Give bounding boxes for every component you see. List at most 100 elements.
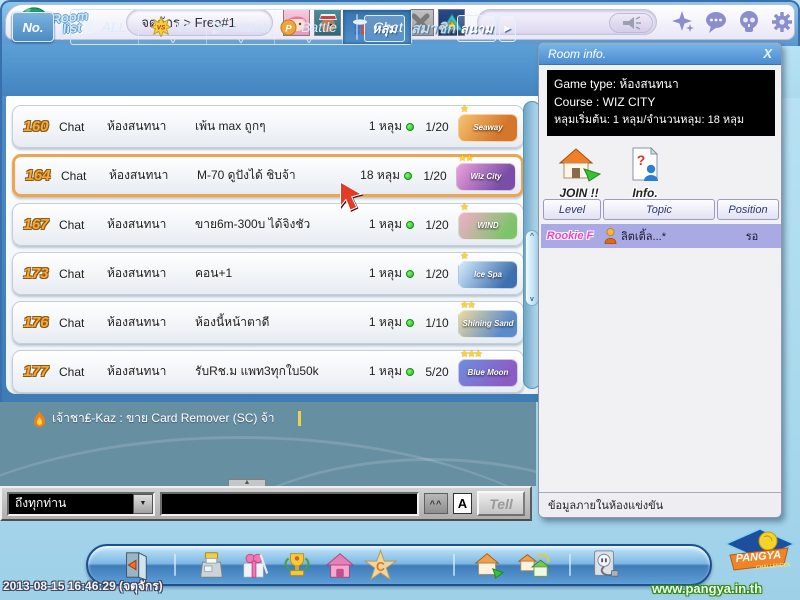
course-badge: ★ WIND — [457, 201, 519, 245]
room-list-panel: 160 Chat ห้องสนทนา เพ้น max ถูกๆ 1 หลุม … — [6, 96, 546, 394]
skull-icon[interactable] — [737, 10, 761, 34]
room-number: 173 — [23, 265, 49, 282]
course-badge: ★★★ Blue Moon — [457, 348, 519, 392]
close-button[interactable]: X — [763, 46, 772, 61]
game-type-line: Game type: ห้องสนทนา — [554, 77, 679, 91]
join-button[interactable]: JOIN !! — [555, 147, 603, 200]
course-badge-label: Wiz City — [456, 162, 516, 191]
status-dot-icon — [402, 269, 417, 278]
course-stars: ★ — [460, 103, 469, 115]
room-info-title: Room info. — [548, 46, 607, 61]
megaphone-icon[interactable] — [609, 13, 653, 33]
toolbar-divider — [453, 554, 455, 576]
course-badge-label: Blue Moon — [458, 358, 518, 387]
join-house-icon — [558, 148, 602, 182]
filter-all-button[interactable]: ALL — [71, 10, 139, 44]
column-holes-button[interactable]: หลุม — [364, 15, 405, 42]
room-number: 167 — [23, 216, 49, 233]
filter-match-button[interactable]: Match v — [207, 10, 275, 45]
chat-target-dropdown[interactable]: ถึงทุกท่าน ▼ — [7, 491, 155, 516]
status-dot-icon — [402, 122, 417, 131]
info-button[interactable]: ? Info. — [625, 146, 665, 200]
scratch-card-button[interactable]: C — [363, 548, 397, 582]
divider — [356, 14, 358, 40]
room-mode: Chat — [59, 217, 85, 232]
join-room-button[interactable] — [471, 548, 505, 582]
column-more-button[interactable]: ▶ — [499, 15, 516, 42]
member-row[interactable]: Rookie F ลิตเติ้ล...* รอ — [541, 224, 781, 248]
status-dot-icon — [402, 318, 417, 327]
svg-text:P: P — [285, 23, 292, 34]
room-row-164-selected[interactable]: 164 Chat ห้องสนทนา M-70 ดูปังได้ ชิบจ้า … — [12, 153, 524, 197]
tell-send-button[interactable]: Tell — [477, 491, 525, 516]
room-players: 1/20 — [425, 217, 449, 232]
member-position: รอ — [745, 231, 759, 243]
room-holes: 1 หลุม — [368, 119, 402, 133]
toolbar-divider — [569, 554, 571, 576]
room-info-window: Room info. X Game type: ห้องสนทนา Course… — [538, 42, 782, 518]
room-holes: 1 หลุม — [368, 364, 402, 378]
room-title: รับRช.ม แพท3ทุกใบ50k — [195, 364, 319, 378]
room-game-type: ห้องสนทนา — [107, 364, 167, 378]
vs-burst-icon: VS — [151, 17, 172, 37]
filter-battle-button[interactable]: P Battle v — [275, 10, 343, 45]
course-stars: ★★ — [460, 299, 476, 311]
scroll-up-icon: ^ — [529, 233, 535, 240]
room-row-167[interactable]: 167 Chat ห้องสนทนา ขาย6m-300บ ได้จิงชัว … — [12, 201, 524, 246]
room-info-titlebar: Room info. X — [539, 43, 781, 65]
dropdown-arrow-button[interactable]: ▼ — [133, 493, 153, 514]
scrollbar-thumb[interactable]: ^ v — [525, 230, 539, 306]
shop-register-button[interactable] — [194, 548, 228, 582]
course-stars: ★★★ — [460, 348, 483, 360]
room-mode: Chat — [61, 168, 87, 183]
chat-bubble-icon[interactable] — [704, 10, 728, 34]
room-number: 177 — [23, 363, 49, 380]
room-row-173[interactable]: 173 Chat ห้องสนทนา คอน+1 1 หลุม 1/20 ★ I… — [12, 250, 524, 295]
status-dot-icon — [400, 171, 415, 180]
room-info-statusbar: ข้อมูลภายในห้องแข่งขัน — [539, 492, 781, 517]
room-game-type: ห้องสนทนา — [107, 119, 167, 133]
server-timestamp: 2013-08-15 16:46:29 (จตุจักร) — [3, 579, 163, 593]
person-icon — [599, 228, 621, 244]
chat-target-value: ถึงทุกท่าน — [15, 496, 67, 510]
header-level[interactable]: Level — [543, 199, 601, 220]
room-title: ขาย6m-300บ ได้จิงชัว — [195, 217, 311, 231]
font-button[interactable]: A — [453, 493, 472, 514]
trophy-button[interactable] — [280, 548, 314, 582]
room-row-160[interactable]: 160 Chat ห้องสนทนา เพ้น max ถูกๆ 1 หลุม … — [12, 103, 524, 148]
room-mode: Chat — [59, 315, 85, 330]
chat-message: เจ้าชา₤-Kaz : ขาย Card Remover (SC) จ้า — [34, 409, 301, 428]
course-line: Course : WIZ CITY — [554, 95, 656, 109]
course-badge-label: Ice Spa — [458, 260, 518, 289]
gift-button[interactable] — [237, 548, 271, 582]
column-course-button[interactable]: สนาม — [457, 15, 496, 42]
status-dot-icon — [402, 220, 417, 229]
my-room-button[interactable] — [323, 548, 357, 582]
course-stars: ★ — [460, 250, 469, 262]
info-doc-icon: ? — [632, 146, 659, 181]
room-number: 164 — [25, 167, 51, 184]
course-stars: ★ — [460, 201, 469, 213]
disconnect-button[interactable] — [587, 548, 621, 582]
room-title: ห้องนี้หน้าตาดี — [195, 315, 270, 329]
svg-text:?: ? — [637, 152, 646, 168]
course-badge: ★ Ice Spa — [457, 250, 519, 294]
room-row-177[interactable]: 177 Chat ห้องสนทนา รับRช.ม แพท3ทุกใบ50k … — [12, 348, 524, 393]
svg-text:C: C — [375, 560, 384, 574]
header-topic[interactable]: Topic — [603, 199, 715, 220]
sparkle-icon[interactable] — [671, 10, 695, 34]
member-level: Rookie F — [546, 230, 594, 242]
holes-line: หลุมเริ่มต้น: 1 หลุม/จำนวนหลุม: 18 หลุม — [554, 114, 745, 126]
emote-button[interactable]: ^^ — [424, 493, 448, 514]
filter-vs-button[interactable]: VS VS v — [139, 10, 207, 45]
mouse-cursor — [338, 181, 364, 215]
bottom-toolbar: C — [86, 544, 712, 586]
room-number: 160 — [23, 118, 49, 135]
header-position[interactable]: Position — [717, 199, 779, 220]
room-row-176[interactable]: 176 Chat ห้องสนทนา ห้องนี้หน้าตาดี 1 หลุ… — [12, 299, 524, 344]
chat-input-bar: ถึงทุกท่าน ▼ ^^ A Tell — [0, 486, 532, 521]
gear-icon[interactable] — [770, 10, 794, 34]
quick-join-button[interactable] — [517, 548, 551, 582]
no-column-button[interactable]: No. — [12, 12, 54, 42]
chat-text-input[interactable] — [160, 491, 419, 516]
